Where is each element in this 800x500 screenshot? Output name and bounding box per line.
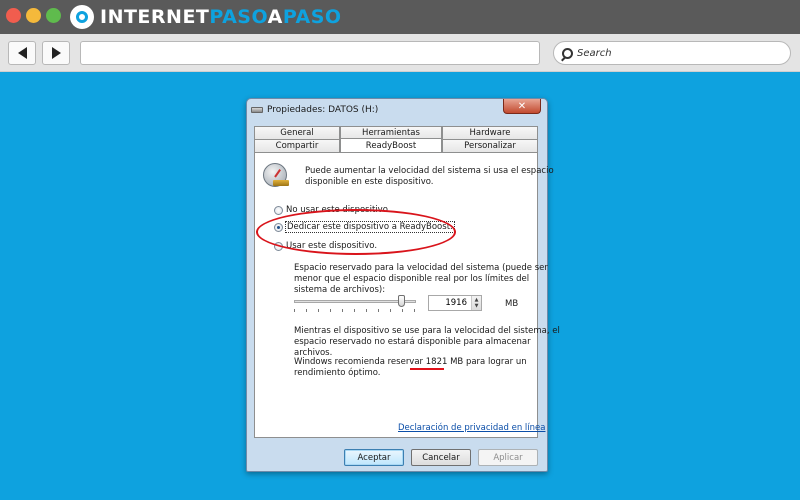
reserve-text-line2: menor que el espacio disponible real por…	[294, 274, 530, 284]
tab-readyboost[interactable]: ReadyBoost	[340, 138, 442, 152]
note-text-line2: espacio reservado no estará disponible p…	[294, 337, 531, 347]
radio-no-usar[interactable]	[274, 206, 283, 215]
reserve-text-line1: Espacio reservado para la velocidad del …	[294, 263, 548, 273]
dialog-close-button[interactable]: ✕	[503, 99, 541, 114]
maximize-window-button[interactable]	[46, 8, 61, 23]
note-text-line1: Mientras el dispositivo se use para la v…	[294, 326, 560, 336]
tab-personalizar[interactable]: Personalizar	[442, 139, 538, 152]
tab-compartir[interactable]: Compartir	[254, 139, 340, 152]
spin-buttons[interactable]: ▲ ▼	[471, 296, 481, 310]
arrow-right-icon	[51, 47, 61, 59]
browser-navbar: Search	[0, 34, 800, 72]
tab-general[interactable]: General	[254, 126, 340, 139]
site-logo: INTERNETPASOAPASO	[70, 4, 342, 30]
minimize-window-button[interactable]	[26, 8, 41, 23]
usb-drive-icon	[273, 180, 289, 186]
reserve-unit: MB	[505, 299, 519, 309]
recommend-suffix: para lograr un	[465, 357, 527, 367]
recommend-text: Windows recomienda reservar 1821 MB para…	[294, 357, 527, 368]
tab-hardware[interactable]: Hardware	[442, 126, 538, 139]
recommend-prefix: Windows recomienda reservar	[294, 357, 424, 367]
back-button[interactable]	[8, 41, 36, 65]
reserve-slider-ticks	[294, 309, 416, 312]
close-icon: ✕	[517, 100, 527, 112]
highlight-ellipse	[256, 209, 456, 255]
apply-button[interactable]: Aplicar	[478, 449, 538, 466]
recommend-text-line2: rendimiento óptimo.	[294, 368, 381, 378]
search-placeholder: Search	[577, 47, 612, 59]
reserve-slider-thumb[interactable]	[397, 295, 405, 307]
logo-icon	[70, 5, 94, 29]
address-bar[interactable]	[80, 41, 540, 65]
drive-icon	[251, 107, 263, 113]
browser-titlebar: INTERNETPASOAPASO	[0, 0, 800, 34]
spin-down-icon[interactable]: ▼	[475, 303, 479, 309]
reserve-text-line3: sistema de archivos):	[294, 285, 386, 295]
forward-button[interactable]	[42, 41, 70, 65]
intro-text-line1: Puede aumentar la velocidad del sistema …	[305, 166, 554, 176]
recommend-value: 1821 MB	[425, 357, 464, 367]
dialog-title: Propiedades: DATOS (H:)	[267, 105, 379, 115]
ok-button[interactable]: Aceptar	[344, 449, 404, 466]
dialog-title-bar: Propiedades: DATOS (H:)	[251, 101, 378, 119]
search-icon	[562, 47, 573, 59]
search-input[interactable]: Search	[553, 41, 791, 65]
cancel-button[interactable]: Cancelar	[411, 449, 471, 466]
intro-text-line2: disponible en este dispositivo.	[305, 177, 434, 187]
arrow-left-icon	[17, 47, 27, 59]
reserve-value: 1916	[445, 298, 467, 308]
logo-text: INTERNETPASOAPASO	[100, 6, 342, 28]
privacy-link[interactable]: Declaración de privacidad en línea	[398, 423, 545, 433]
recommend-underline	[410, 368, 444, 370]
close-window-button[interactable]	[6, 8, 21, 23]
